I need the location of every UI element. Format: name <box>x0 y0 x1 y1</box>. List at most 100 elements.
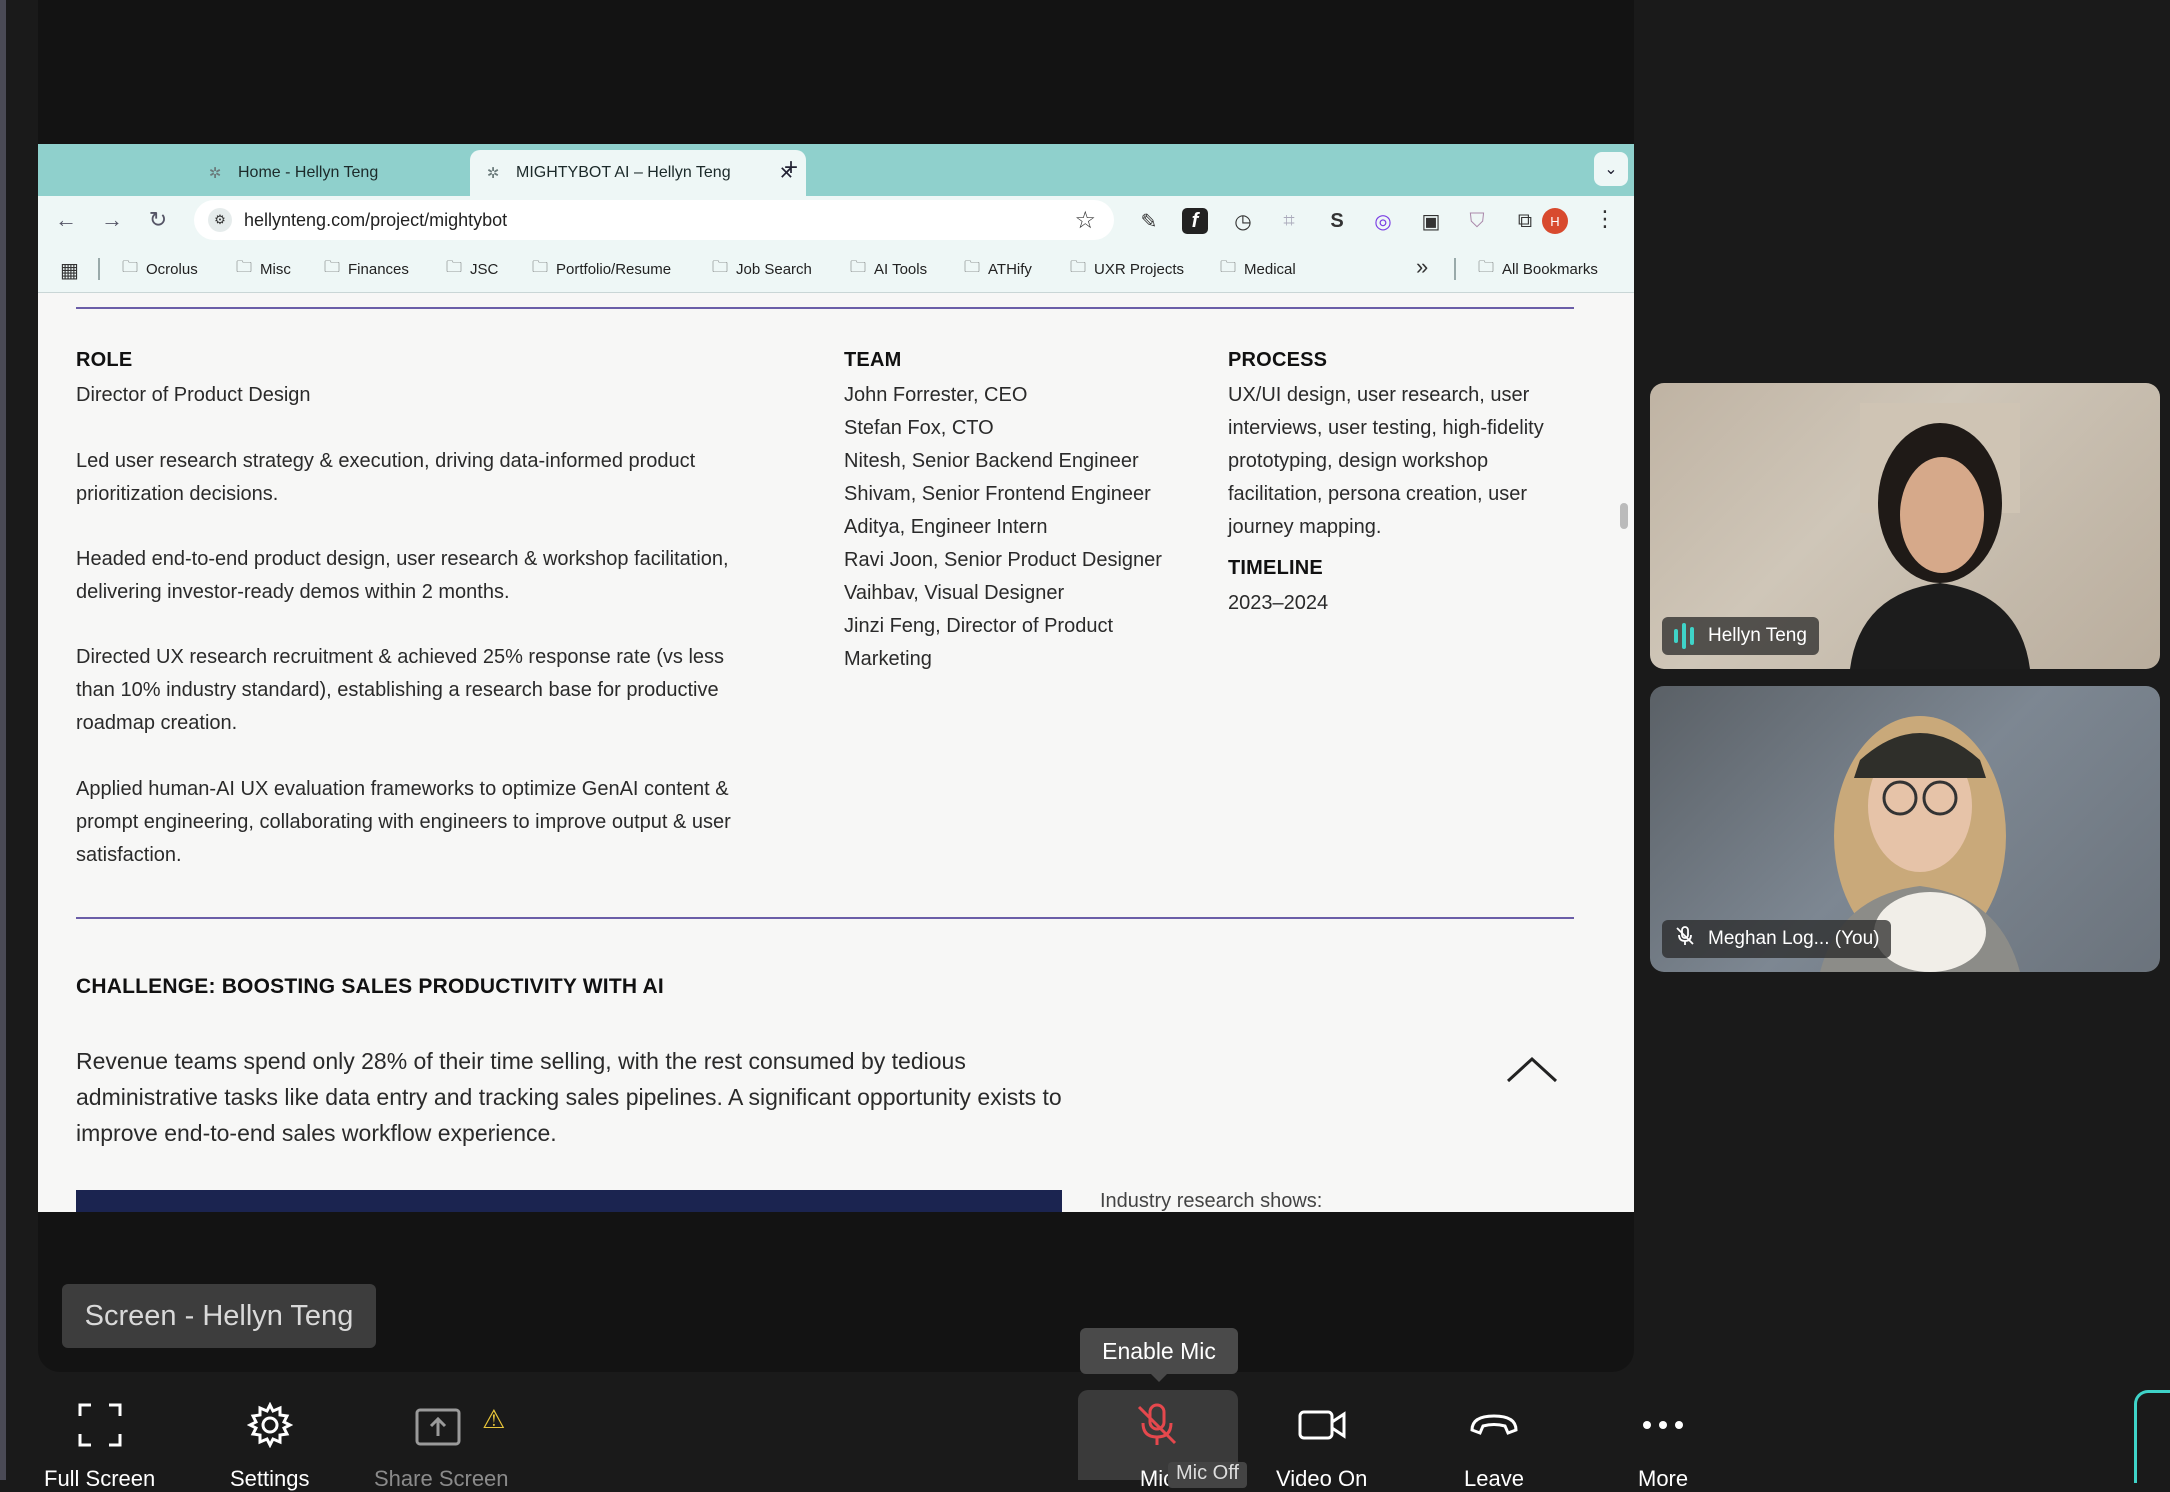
participant-tile-hellyn[interactable]: Hellyn Teng <box>1650 383 2160 669</box>
participant-tile-meghan[interactable]: Meghan Log... (You) <box>1650 686 2160 972</box>
screen-share-label: Screen - Hellyn Teng <box>62 1284 376 1348</box>
more-button[interactable]: More <box>1638 1402 1688 1492</box>
shield-extension-icon[interactable]: ⛉ <box>1464 208 1490 234</box>
folder-icon: 🗀 <box>1478 259 1495 276</box>
folder-icon: 🗀 <box>122 259 139 276</box>
role-paragraph-4: Applied human-AI UX evaluation framework… <box>76 778 731 866</box>
bookmark-label: Misc <box>260 261 291 278</box>
crop-extension-icon[interactable]: ⌗ <box>1276 208 1302 234</box>
bookmarks-bar: ▦ 🗀 Ocrolus 🗀 Misc 🗀 Finances 🗀 JSC 🗀 Portfol… <box>38 244 1634 293</box>
folder-icon: 🗀 <box>532 259 549 276</box>
bookmark-all-bookmarks[interactable]: 🗀 All Bookmarks <box>1478 256 1598 283</box>
bookmark-misc[interactable]: 🗀 Misc <box>236 256 291 283</box>
circle-extension-icon[interactable]: ◎ <box>1370 208 1396 234</box>
video-button[interactable]: Video On <box>1276 1402 1367 1492</box>
bookmark-finances[interactable]: 🗀 Finances <box>324 256 409 283</box>
video-camera-icon <box>1298 1410 1346 1440</box>
process-label: PROCESS <box>1228 349 1328 371</box>
more-bookmarks-icon[interactable]: » <box>1416 254 1428 280</box>
enable-mic-tooltip: Enable Mic <box>1080 1328 1238 1382</box>
site-favicon-icon: ✲ <box>486 165 500 182</box>
participant-name-tag: Hellyn Teng <box>1662 617 1819 655</box>
profile-avatar[interactable]: H <box>1542 208 1568 234</box>
tab-title: MIGHTYBOT AI – Hellyn Teng <box>516 164 731 181</box>
timer-extension-icon[interactable]: ◷ <box>1230 208 1256 234</box>
new-tab-icon[interactable]: + <box>784 154 798 182</box>
browser-toolbar: ← → ↻ ⚙ hellynteng.com/project/mightybot… <box>38 196 1634 244</box>
bookmark-job-search[interactable]: 🗀 Job Search <box>712 256 812 283</box>
forward-icon[interactable]: → <box>98 206 126 234</box>
role-paragraph-2: Headed end-to-end product design, user r… <box>76 548 729 603</box>
bookmark-label: JSC <box>470 261 499 278</box>
role-label: ROLE <box>76 349 133 371</box>
folder-icon: 🗀 <box>712 259 729 276</box>
research-intro-text: Industry research shows: <box>1100 1190 1323 1212</box>
bookmark-label: Medical <box>1244 261 1296 278</box>
full-screen-button[interactable]: Full Screen <box>44 1402 155 1492</box>
challenge-heading: CHALLENGE: BOOSTING SALES PRODUCTIVITY W… <box>76 975 664 998</box>
site-info-icon[interactable]: ⚙ <box>208 208 232 232</box>
share-screen-icon <box>415 1408 461 1446</box>
process-text: UX/UI design, user research, user interv… <box>1228 384 1544 538</box>
browser-menu-icon[interactable]: ⋮ <box>1594 206 1616 232</box>
folder-icon: 🗀 <box>850 259 867 276</box>
participant-name-tag: Meghan Log... (You) <box>1662 920 1892 958</box>
site-favicon-icon: ✲ <box>208 165 222 182</box>
folder-icon: 🗀 <box>1220 259 1237 276</box>
bookmark-ocrolus[interactable]: 🗀 Ocrolus <box>122 256 198 283</box>
portfolio-page: ROLE Director of Product Design Led user… <box>38 293 1634 1212</box>
team-member: John Forrester, CEO <box>844 384 1028 406</box>
bookmark-uxr-projects[interactable]: 🗀 UXR Projects <box>1070 256 1184 283</box>
settings-label: Settings <box>230 1466 310 1491</box>
reload-icon[interactable]: ↻ <box>144 206 172 234</box>
team-member: Shivam, Senior Frontend Engineer <box>844 483 1151 505</box>
tab-search-chevron-icon[interactable]: ⌄ <box>1594 152 1628 186</box>
eyedropper-extension-icon[interactable]: ✎ <box>1136 208 1162 234</box>
mic-off-tooltip: Mic Off <box>1168 1462 1247 1488</box>
phone-hangup-icon <box>1470 1414 1518 1435</box>
bookmark-portfolio[interactable]: 🗀 Portfolio/Resume <box>532 256 671 283</box>
challenge-text: Revenue teams spend only 28% of their ti… <box>76 1048 1062 1146</box>
participant-video <box>1850 403 2030 669</box>
hero-image <box>76 1190 1062 1212</box>
timeline-label: TIMELINE <box>1228 557 1323 579</box>
bookmark-label: All Bookmarks <box>1502 261 1598 278</box>
bookmark-separator <box>98 258 100 280</box>
bookmark-athify[interactable]: 🗀 ATHify <box>964 256 1032 283</box>
font-extension-icon[interactable]: f <box>1182 208 1208 234</box>
bookmark-label: ATHify <box>988 261 1032 278</box>
back-icon[interactable]: ← <box>52 206 80 234</box>
window-edge <box>0 0 6 1480</box>
bookmark-medical[interactable]: 🗀 Medical <box>1220 256 1296 283</box>
bookmark-separator <box>1454 258 1456 280</box>
settings-button[interactable]: Settings <box>230 1402 310 1492</box>
extensions-puzzle-icon[interactable]: ⧉ <box>1512 208 1538 234</box>
shared-browser-window: ✲ Home - Hellyn Teng ✕ ✲ MIGHTYBOT AI – … <box>38 144 1634 1212</box>
folder-icon: 🗀 <box>964 259 981 276</box>
participant-name: Hellyn Teng <box>1708 625 1807 646</box>
address-url: hellynteng.com/project/mightybot <box>244 210 508 230</box>
bookmark-ai-tools[interactable]: 🗀 AI Tools <box>850 256 927 283</box>
video-label: Video On <box>1276 1466 1368 1491</box>
bookmark-label: Finances <box>348 261 409 278</box>
doc-extension-icon[interactable]: ▣ <box>1418 208 1444 234</box>
mic-off-icon <box>1137 1403 1177 1445</box>
team-member: Stefan Fox, CTO <box>844 417 994 439</box>
leave-button[interactable]: Leave <box>1464 1402 1524 1492</box>
tab-mightybot[interactable]: ✲ MIGHTYBOT AI – Hellyn Teng ✕ <box>470 150 806 196</box>
folder-icon: 🗀 <box>446 259 463 276</box>
address-bar[interactable]: ⚙ hellynteng.com/project/mightybot ☆ <box>194 200 1114 240</box>
role-paragraph-1: Led user research strategy & execution, … <box>76 450 696 505</box>
s-extension-icon[interactable]: S <box>1324 208 1350 234</box>
bookmark-star-icon[interactable]: ☆ <box>1074 206 1096 235</box>
bookmark-label: AI Tools <box>874 261 928 278</box>
tab-strip: ✲ Home - Hellyn Teng ✕ ✲ MIGHTYBOT AI – … <box>38 144 1634 196</box>
team-member: Vaihbav, Visual Designer <box>844 582 1065 604</box>
page-scrollbar[interactable] <box>1620 503 1628 529</box>
tab-home[interactable]: ✲ Home - Hellyn Teng ✕ <box>158 150 498 196</box>
section-divider <box>76 307 1574 309</box>
apps-grid-icon[interactable]: ▦ <box>60 258 79 283</box>
share-screen-label: Share Screen <box>374 1466 509 1491</box>
scroll-to-top-icon[interactable] <box>1502 1051 1562 1087</box>
bookmark-jsc[interactable]: 🗀 JSC <box>446 256 498 283</box>
